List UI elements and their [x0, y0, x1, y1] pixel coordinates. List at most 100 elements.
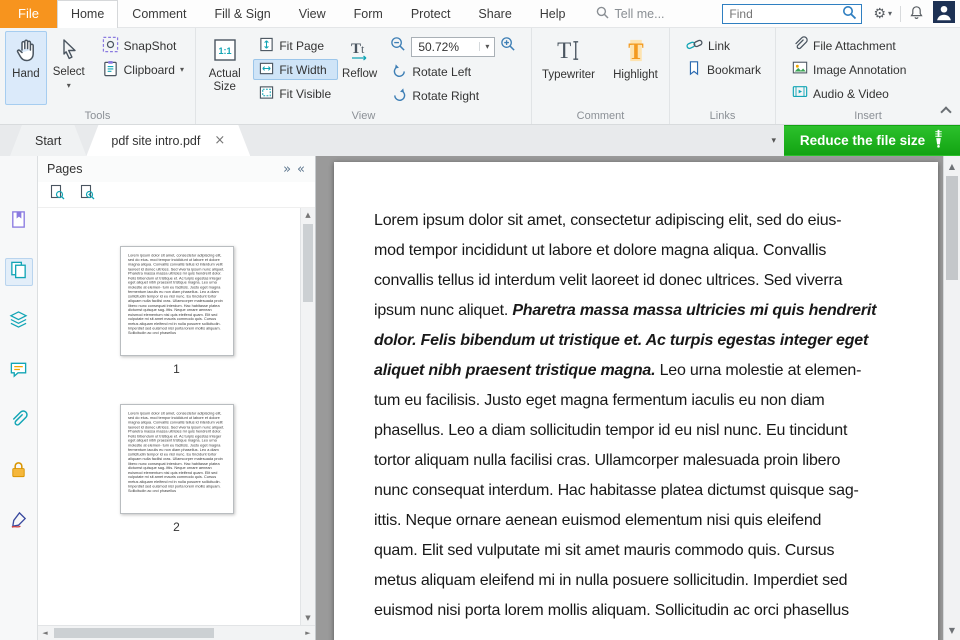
rotate-right-button[interactable]: Rotate Right — [386, 85, 526, 106]
tab-home[interactable]: Home — [56, 0, 119, 28]
actual-size-button[interactable]: 1:1 Actual Size — [201, 31, 248, 105]
clipboard-button[interactable]: Clipboard ▾ — [96, 59, 190, 80]
tell-me-search[interactable]: Tell me... — [596, 6, 665, 22]
highlight-icon: T — [622, 37, 650, 67]
zoom-in-button[interactable] — [499, 35, 517, 58]
start-tab[interactable]: Start — [10, 125, 86, 156]
document-tabbar: Start pdf site intro.pdf × ▾ Reduce the … — [0, 125, 960, 156]
tab-protect[interactable]: Protect — [397, 0, 465, 28]
reflow-button[interactable]: Tt Reflow — [338, 31, 381, 105]
tab-help[interactable]: Help — [526, 0, 580, 28]
fit-visible-button[interactable]: Fit Visible — [253, 83, 338, 104]
rotate-left-label: Rotate Left — [412, 64, 472, 79]
document-tab-label: pdf site intro.pdf — [111, 133, 201, 148]
zoom-out-button[interactable] — [389, 35, 407, 58]
close-tab-icon[interactable]: × — [214, 133, 225, 148]
zoom-value: 50.72% — [418, 39, 460, 54]
account-button[interactable] — [932, 0, 956, 27]
pages-panel-header: Pages » « — [38, 156, 315, 182]
document-vertical-scrollbar[interactable]: ▲ ▼ — [943, 156, 960, 640]
svg-text:T: T — [557, 38, 571, 64]
tab-form[interactable]: Form — [340, 0, 397, 28]
scroll-right-icon[interactable]: ► — [301, 626, 315, 640]
settings-button[interactable]: ⚙ ▾ — [872, 5, 893, 23]
avatar — [933, 1, 955, 26]
layers-panel-button[interactable] — [5, 308, 33, 336]
audio-video-button[interactable]: Audio & Video — [786, 83, 912, 104]
rotate-left-button[interactable]: Rotate Left — [386, 61, 526, 82]
image-annotation-button[interactable]: Image Annotation — [786, 59, 912, 80]
attachments-panel-button[interactable] — [5, 408, 33, 436]
pdf-page[interactable]: Lorem ipsum dolor sit amet, consectetur … — [334, 162, 938, 640]
scrollbar-thumb[interactable] — [54, 628, 214, 638]
clipboard-icon — [102, 60, 119, 80]
scroll-left-icon[interactable]: ◄ — [38, 626, 52, 640]
zipper-icon — [933, 128, 944, 153]
find-input[interactable] — [729, 6, 843, 21]
zoom-controls: 50.72% ▾ — [386, 35, 526, 58]
panel-vertical-scrollbar[interactable]: ▲ ▼ — [300, 208, 315, 625]
highlight-label: Highlight — [613, 69, 658, 81]
find-box — [722, 3, 863, 24]
tab-list-dropdown-icon[interactable]: ▾ — [763, 136, 784, 146]
link-button[interactable]: Link — [680, 35, 767, 56]
scrollbar-thumb[interactable] — [303, 224, 313, 302]
file-menu-button[interactable]: File — [0, 0, 57, 28]
ribbon-group-tools: Hand Select ▾ SnapShot Clipboard ▾ Tools — [0, 28, 196, 124]
find-search-icon[interactable] — [842, 5, 857, 23]
fit-width-button[interactable]: Fit Width — [253, 59, 338, 80]
clipboard-label: Clipboard — [123, 62, 175, 77]
pages-panel-button[interactable] — [4, 258, 33, 286]
lock-icon — [9, 460, 28, 484]
tab-share[interactable]: Share — [464, 0, 525, 28]
audio-video-icon — [792, 84, 808, 103]
thumbnail-tool-icon[interactable] — [78, 183, 96, 206]
pages-panel: Pages » « Lorem ipsum dolor sit amet, co… — [38, 156, 316, 640]
image-annotation-label: Image Annotation — [813, 62, 907, 77]
tab-view[interactable]: View — [285, 0, 340, 28]
comments-panel-button[interactable] — [5, 358, 33, 386]
bookmark-button[interactable]: Bookmark — [680, 59, 767, 80]
notifications-button[interactable] — [908, 4, 925, 24]
typewriter-button[interactable]: T Typewriter — [538, 31, 600, 105]
pages-panel-icon — [9, 260, 28, 284]
fit-page-icon — [259, 37, 274, 55]
collapse-panel-icon[interactable]: « — [296, 161, 306, 178]
document-view[interactable]: Lorem ipsum dolor sit amet, consectetur … — [316, 156, 960, 640]
scroll-up-icon[interactable]: ▲ — [301, 208, 315, 222]
highlight-button[interactable]: T Highlight — [608, 31, 664, 105]
rotate-left-icon — [392, 63, 407, 81]
document-tab[interactable]: pdf site intro.pdf × — [86, 125, 250, 156]
bookmarks-panel-button[interactable] — [5, 208, 33, 236]
page-thumbnail-1[interactable]: Lorem ipsum dolor sit amet, consectetur … — [119, 246, 234, 356]
snapshot-button[interactable]: SnapShot — [96, 35, 190, 56]
zoom-level-select[interactable]: 50.72% ▾ — [411, 36, 496, 57]
page-thumbnail-2[interactable]: Lorem ipsum dolor sit amet, consectetur … — [119, 404, 234, 514]
divider — [900, 5, 901, 22]
hand-label: Hand — [12, 68, 40, 80]
snapshot-icon — [102, 36, 119, 56]
tab-comment[interactable]: Comment — [118, 0, 200, 28]
scroll-down-icon[interactable]: ▼ — [944, 622, 960, 638]
scroll-up-icon[interactable]: ▲ — [944, 158, 960, 174]
security-panel-button[interactable] — [5, 458, 33, 486]
fit-width-label: Fit Width — [279, 62, 327, 77]
zoom-out-icon — [390, 37, 406, 56]
actual-size-label: Actual Size — [208, 68, 241, 94]
tab-fill-sign[interactable]: Fill & Sign — [200, 0, 284, 28]
scrollbar-thumb[interactable] — [946, 176, 958, 280]
navigation-panel-strip — [0, 156, 38, 640]
reduce-file-size-button[interactable]: Reduce the file size — [784, 125, 960, 156]
select-label: Select — [52, 66, 85, 78]
scroll-down-icon[interactable]: ▼ — [301, 611, 315, 625]
bookmarks-panel-icon — [9, 210, 28, 234]
hand-tool-button[interactable]: Hand — [5, 31, 47, 105]
thumbnail-tool-icon[interactable] — [48, 183, 66, 206]
select-tool-button[interactable]: Select ▾ — [47, 31, 91, 105]
fit-page-label: Fit Page — [279, 38, 325, 53]
file-attachment-button[interactable]: File Attachment — [786, 35, 912, 56]
panel-horizontal-scrollbar[interactable]: ◄ ► — [38, 625, 315, 640]
fit-page-button[interactable]: Fit Page — [253, 35, 338, 56]
expand-panel-icon[interactable]: » — [282, 161, 292, 178]
signatures-panel-button[interactable] — [5, 508, 33, 536]
